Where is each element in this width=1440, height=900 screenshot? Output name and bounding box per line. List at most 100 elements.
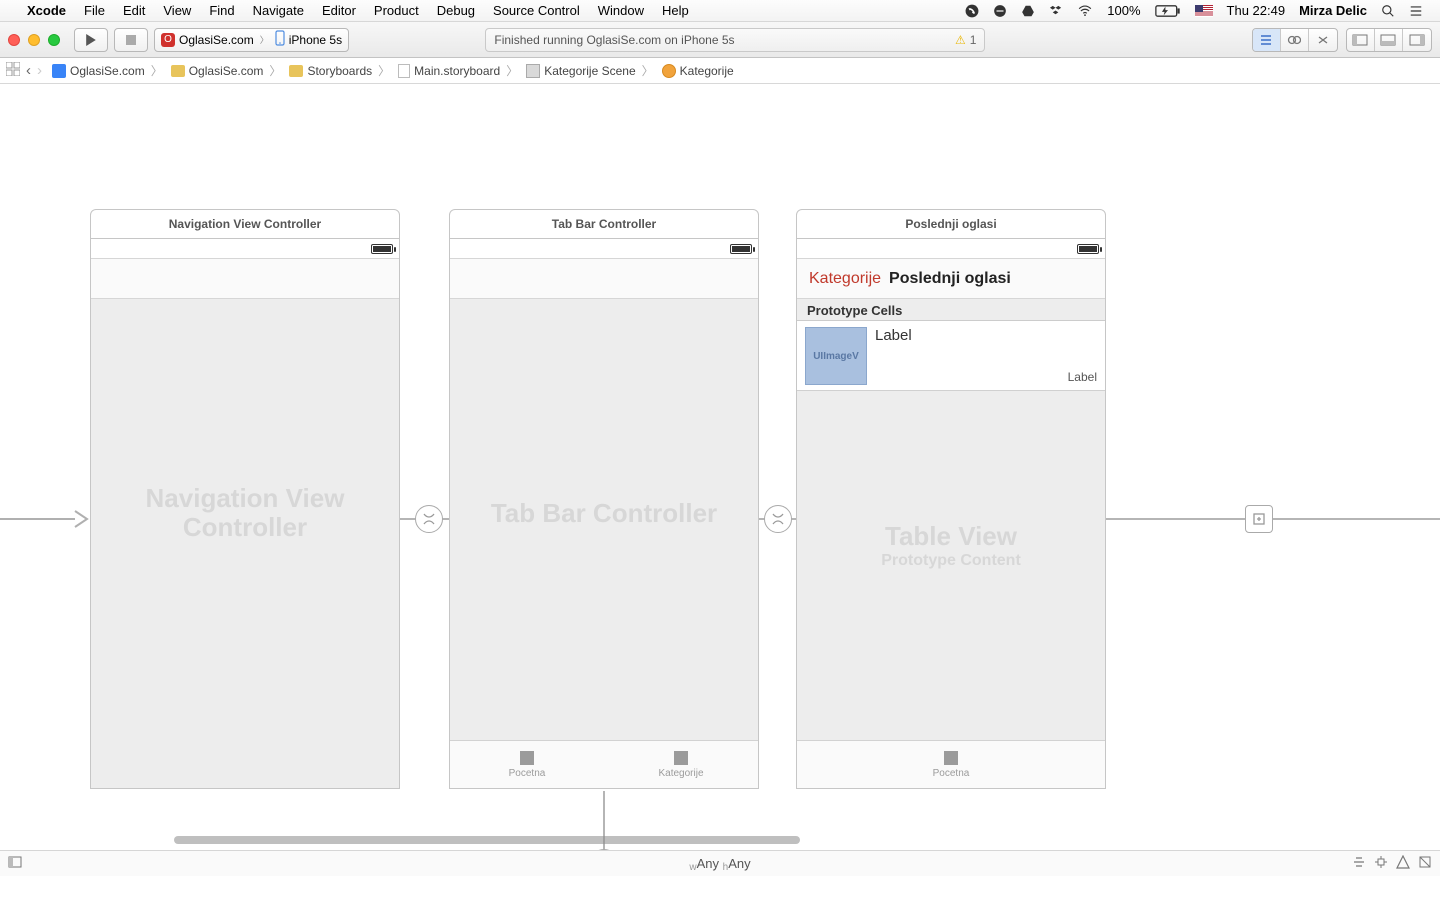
menu-edit[interactable]: Edit [114,3,154,18]
crumb-folder[interactable]: Storyboards〉 [287,62,394,79]
nav-back-button[interactable]: Kategorije [809,270,881,288]
folder-icon [289,65,303,77]
wifi-icon[interactable] [1070,4,1100,18]
prototype-cell[interactable]: UIImageV Label Label [797,321,1105,391]
status-bar [797,239,1105,259]
tab-bar[interactable]: Pocetna Kategorije [450,740,758,788]
status-bar [450,239,758,259]
jump-bar[interactable]: ‹ › OglasiSe.com〉 OglasiSe.com〉 Storyboa… [0,58,1440,84]
stop-button[interactable] [114,28,148,52]
placeholder-label: Tab Bar Controller [450,499,758,529]
notification-center-icon[interactable] [1402,4,1430,18]
pin-tool-icon[interactable] [1374,855,1388,872]
scheme-device-name: iPhone 5s [289,33,342,47]
project-icon [52,64,66,78]
drive-icon[interactable] [1014,4,1042,18]
clock[interactable]: Thu 22:49 [1220,3,1293,18]
dropbox-icon[interactable] [1042,4,1070,18]
scene-title[interactable]: Poslednji oglasi [796,209,1106,239]
menu-window[interactable]: Window [589,3,653,18]
crumb-group[interactable]: OglasiSe.com〉 [169,62,286,79]
viber-icon[interactable] [958,4,986,18]
panel-toggles[interactable] [1346,28,1432,52]
menu-view[interactable]: View [154,3,200,18]
resizing-tool-icon[interactable] [1418,855,1432,872]
editor-mode-segmented[interactable] [1252,28,1338,52]
run-button[interactable] [74,28,108,52]
document-outline-toggle[interactable] [8,856,22,871]
scene-navigation-controller[interactable]: Navigation View Controller Navigation Vi… [90,209,400,789]
tab-bar[interactable]: Pocetna [797,740,1105,788]
battery-icon[interactable] [1148,4,1188,18]
tab-item-pocetna[interactable]: Pocetna [450,741,604,788]
align-tool-icon[interactable] [1352,855,1366,872]
uiimageview-placeholder[interactable]: UIImageV [805,327,867,385]
menu-find[interactable]: Find [200,3,243,18]
menu-source-control[interactable]: Source Control [484,3,589,18]
scheme-selector[interactable]: O OglasiSe.com 〉 iPhone 5s [154,28,349,52]
battery-icon [1077,244,1099,254]
close-window[interactable] [8,34,20,46]
cell-title-label[interactable]: Label [875,327,912,384]
cell-detail-label[interactable]: Label [1068,370,1097,384]
size-class-selector[interactable]: wAny hAny [689,856,750,871]
segue-relationship-icon[interactable] [764,505,792,533]
crumb-object[interactable]: Kategorije [660,64,736,78]
app-menu[interactable]: Xcode [18,3,75,18]
tab-label: Pocetna [509,768,546,779]
version-editor[interactable] [1309,29,1337,51]
menu-file[interactable]: File [75,3,114,18]
resolve-issues-icon[interactable] [1396,855,1410,872]
minimize-window[interactable] [28,34,40,46]
related-items-icon[interactable] [6,62,20,79]
storyboard-file-icon [398,64,410,78]
battery-percent[interactable]: 100% [1100,3,1147,18]
crumb-project[interactable]: OglasiSe.com〉 [50,62,167,79]
back-button[interactable]: ‹ [26,62,31,79]
menu-debug[interactable]: Debug [428,3,484,18]
window-controls [8,34,60,46]
standard-editor[interactable] [1253,29,1281,51]
navigation-bar[interactable] [450,259,758,299]
assistant-editor[interactable] [1281,29,1309,51]
xcode-toolbar: O OglasiSe.com 〉 iPhone 5s Finished runn… [0,22,1440,58]
activity-status[interactable]: Finished running OglasiSe.com on iPhone … [485,28,985,52]
dnd-icon[interactable] [986,4,1014,18]
scene-tab-bar-controller[interactable]: Tab Bar Controller Tab Bar Controller Po… [449,209,759,789]
scene-poslednji-oglasi[interactable]: Poslednji oglasi Kategorije Poslednji og… [796,209,1106,789]
user-menu[interactable]: Mirza Delic [1292,3,1374,18]
scene-title[interactable]: Navigation View Controller [90,209,400,239]
zoom-window[interactable] [48,34,60,46]
navigation-bar[interactable]: Kategorije Poslednji oglasi [797,259,1105,299]
warning-icon: ⚠ [955,33,966,47]
tab-item-kategorije[interactable]: Kategorije [604,741,758,788]
tab-icon [520,751,534,765]
status-text: Finished running OglasiSe.com on iPhone … [494,33,734,47]
segue-embed-icon[interactable] [1245,505,1273,533]
toggle-debug[interactable] [1375,29,1403,51]
crumb-scene[interactable]: Kategorije Scene〉 [524,62,657,79]
horizontal-scrollbar[interactable] [174,836,800,844]
toggle-utilities[interactable] [1403,29,1431,51]
segue-line [1106,518,1440,520]
placeholder-label: Navigation View Controller [91,484,399,544]
battery-icon [371,244,393,254]
chevron-right-icon: 〉 [260,33,269,46]
app-icon: O [161,33,175,47]
tab-item-pocetna[interactable]: Pocetna [797,741,1105,788]
tab-icon [944,751,958,765]
menu-navigate[interactable]: Navigate [244,3,313,18]
toggle-navigator[interactable] [1347,29,1375,51]
storyboard-canvas[interactable]: Navigation View Controller Navigation Vi… [0,84,1440,876]
navigation-bar[interactable] [91,259,399,299]
forward-button[interactable]: › [37,62,42,79]
input-flag[interactable] [1188,5,1220,17]
scene-title[interactable]: Tab Bar Controller [449,209,759,239]
segue-root-icon[interactable] [415,505,443,533]
menu-editor[interactable]: Editor [313,3,365,18]
placeholder-label: Table View Prototype Content [797,522,1105,570]
spotlight-icon[interactable] [1374,4,1402,18]
menu-help[interactable]: Help [653,3,698,18]
menu-product[interactable]: Product [365,3,428,18]
crumb-file[interactable]: Main.storyboard〉 [396,62,522,79]
